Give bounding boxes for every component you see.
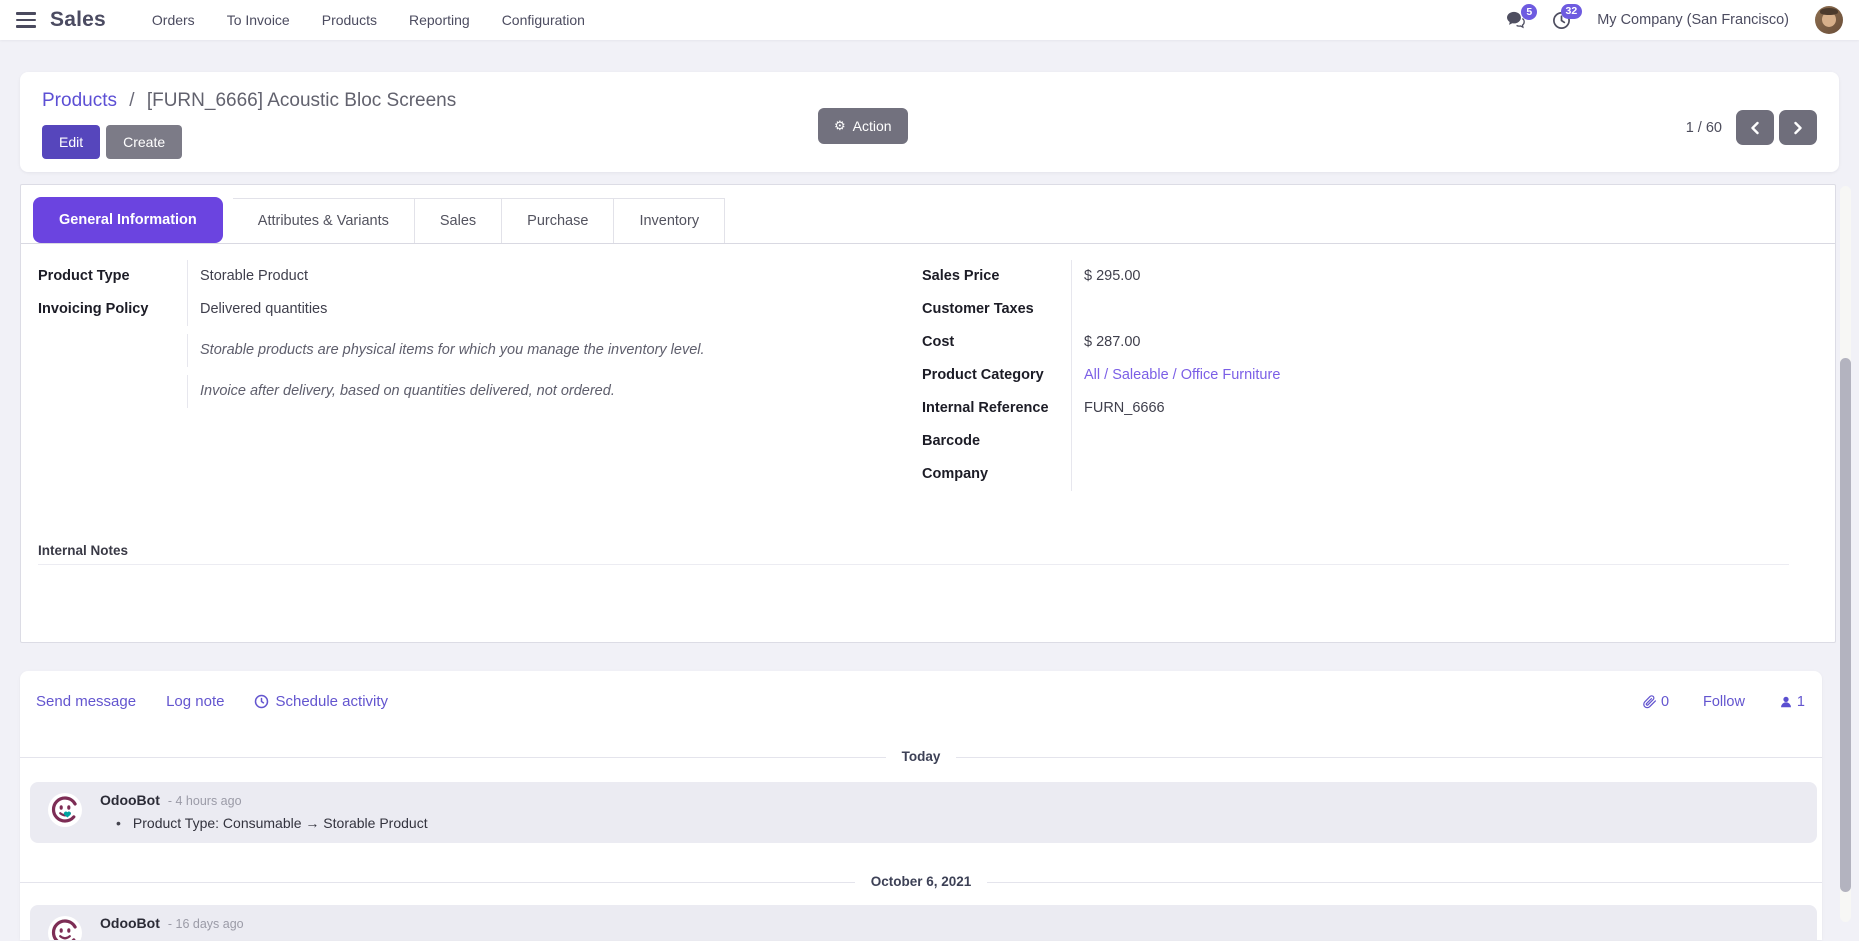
app-menus: Orders To Invoice Products Reporting Con… bbox=[152, 12, 585, 28]
chevron-right-icon bbox=[1793, 121, 1803, 135]
company-switcher[interactable]: My Company (San Francisco) bbox=[1597, 12, 1789, 28]
attachments-count: 0 bbox=[1661, 694, 1669, 710]
breadcrumb-products-link[interactable]: Products bbox=[42, 90, 117, 111]
notebook-tabs: General Information Attributes & Variant… bbox=[21, 185, 1835, 244]
product-type-label: Product Type bbox=[38, 260, 187, 293]
product-form-sheet: General Information Attributes & Variant… bbox=[20, 184, 1836, 643]
product-category-label: Product Category bbox=[922, 359, 1071, 392]
invoicing-policy-value: Delivered quantities bbox=[187, 293, 898, 326]
odoobot-avatar bbox=[47, 792, 83, 828]
product-type-value: Storable Product bbox=[187, 260, 898, 293]
message-timestamp: - 16 days ago bbox=[168, 917, 244, 931]
message-author[interactable]: OdooBot bbox=[100, 915, 160, 931]
help-storable-row: Storable products are physical items for… bbox=[38, 334, 898, 367]
date-divider-today: Today bbox=[20, 748, 1822, 766]
form-fields: Product Type Storable Product Invoicing … bbox=[21, 244, 1835, 491]
invoicing-policy-label: Invoicing Policy bbox=[38, 293, 187, 326]
edit-button[interactable]: Edit bbox=[42, 125, 100, 159]
menu-to-invoice[interactable]: To Invoice bbox=[227, 12, 290, 28]
message-body: Product Template created bbox=[100, 938, 1801, 940]
create-button[interactable]: Create bbox=[106, 125, 182, 159]
tab-purchase[interactable]: Purchase bbox=[502, 198, 614, 243]
message-author[interactable]: OdooBot bbox=[100, 792, 160, 808]
apps-menu-icon[interactable] bbox=[16, 12, 36, 28]
storable-help-text: Storable products are physical items for… bbox=[187, 334, 898, 367]
message-body: Product Type: Consumable → Storable Prod… bbox=[100, 815, 1801, 831]
field-product-category: Product Category All / Saleable / Office… bbox=[922, 359, 1532, 392]
log-note-button[interactable]: Log note bbox=[166, 693, 224, 710]
message-october-odoobot: OdooBot - 16 days ago Product Template c… bbox=[30, 905, 1817, 940]
barcode-label: Barcode bbox=[922, 425, 1071, 458]
help-invoicing-row: Invoice after delivery, based on quantit… bbox=[38, 375, 898, 408]
barcode-value bbox=[1071, 425, 1532, 458]
followers-count: 1 bbox=[1797, 694, 1805, 710]
cost-value: $ 287.00 bbox=[1071, 326, 1532, 359]
tab-attributes-variants[interactable]: Attributes & Variants bbox=[233, 198, 415, 243]
followers-button[interactable]: 1 bbox=[1779, 694, 1805, 710]
date-divider-october: October 6, 2021 bbox=[20, 873, 1822, 891]
scrollbar-thumb[interactable] bbox=[1840, 358, 1851, 892]
follow-button[interactable]: Follow bbox=[1703, 694, 1745, 710]
clock-icon bbox=[254, 694, 269, 709]
menu-orders[interactable]: Orders bbox=[152, 12, 195, 28]
field-group-left: Product Type Storable Product Invoicing … bbox=[38, 260, 898, 491]
field-company: Company bbox=[922, 458, 1532, 491]
pager-previous-button[interactable] bbox=[1736, 110, 1774, 145]
sales-price-label: Sales Price bbox=[922, 260, 1071, 293]
menu-reporting[interactable]: Reporting bbox=[409, 12, 470, 28]
chatter-toolbar: Send message Log note Schedule activity … bbox=[20, 693, 1822, 710]
action-button[interactable]: ⚙ Action bbox=[818, 108, 908, 144]
control-panel: Products / [FURN_6666] Acoustic Bloc Scr… bbox=[20, 72, 1839, 172]
tab-inventory[interactable]: Inventory bbox=[614, 198, 725, 243]
company-label: Company bbox=[922, 458, 1071, 491]
company-value bbox=[1071, 458, 1532, 491]
invoicing-help-text: Invoice after delivery, based on quantit… bbox=[187, 375, 898, 408]
internal-notes-divider bbox=[38, 564, 1789, 565]
activities-button[interactable]: 32 bbox=[1552, 11, 1571, 30]
field-customer-taxes: Customer Taxes bbox=[922, 293, 1532, 326]
chatter: Send message Log note Schedule activity … bbox=[20, 671, 1822, 940]
gear-icon: ⚙ bbox=[834, 120, 846, 133]
breadcrumb-current: [FURN_6666] Acoustic Bloc Screens bbox=[147, 90, 456, 111]
odoobot-avatar bbox=[47, 915, 83, 940]
send-message-button[interactable]: Send message bbox=[36, 693, 136, 710]
field-invoicing-policy: Invoicing Policy Delivered quantities bbox=[38, 293, 898, 326]
user-avatar[interactable] bbox=[1815, 6, 1843, 34]
attachments-button[interactable]: 0 bbox=[1642, 694, 1669, 710]
pager-value: 1 / 60 bbox=[1686, 120, 1722, 136]
cost-label: Cost bbox=[922, 326, 1071, 359]
customer-taxes-value bbox=[1071, 293, 1532, 326]
messages-badge: 5 bbox=[1521, 4, 1537, 20]
messages-button[interactable]: 5 bbox=[1506, 11, 1526, 29]
field-group-right: Sales Price $ 295.00 Customer Taxes Cost… bbox=[922, 260, 1532, 491]
pager-next-button[interactable] bbox=[1779, 110, 1817, 145]
pager: 1 / 60 bbox=[1686, 110, 1817, 145]
chevron-left-icon bbox=[1750, 121, 1760, 135]
internal-reference-label: Internal Reference bbox=[922, 392, 1071, 425]
top-navbar: Sales Orders To Invoice Products Reporti… bbox=[0, 0, 1859, 40]
breadcrumb: Products / [FURN_6666] Acoustic Bloc Scr… bbox=[42, 90, 1817, 112]
menu-products[interactable]: Products bbox=[322, 12, 377, 28]
sales-price-value: $ 295.00 bbox=[1071, 260, 1532, 293]
internal-notes-label: Internal Notes bbox=[38, 543, 1835, 558]
internal-reference-value: FURN_6666 bbox=[1071, 392, 1532, 425]
menu-configuration[interactable]: Configuration bbox=[502, 12, 585, 28]
person-icon bbox=[1779, 695, 1793, 709]
customer-taxes-label: Customer Taxes bbox=[922, 293, 1071, 326]
field-sales-price: Sales Price $ 295.00 bbox=[922, 260, 1532, 293]
tab-general-information[interactable]: General Information bbox=[33, 197, 223, 243]
field-internal-reference: Internal Reference FURN_6666 bbox=[922, 392, 1532, 425]
message-today-odoobot: OdooBot - 4 hours ago Product Type: Cons… bbox=[30, 782, 1817, 843]
field-barcode: Barcode bbox=[922, 425, 1532, 458]
message-timestamp: - 4 hours ago bbox=[168, 794, 242, 808]
field-cost: Cost $ 287.00 bbox=[922, 326, 1532, 359]
paperclip-icon bbox=[1642, 694, 1657, 709]
field-product-type: Product Type Storable Product bbox=[38, 260, 898, 293]
tab-sales[interactable]: Sales bbox=[415, 198, 502, 243]
app-name[interactable]: Sales bbox=[50, 8, 106, 32]
activities-badge: 32 bbox=[1561, 4, 1583, 20]
breadcrumb-separator: / bbox=[129, 90, 134, 111]
schedule-activity-button[interactable]: Schedule activity bbox=[254, 693, 388, 710]
product-category-value[interactable]: All / Saleable / Office Furniture bbox=[1071, 359, 1532, 392]
